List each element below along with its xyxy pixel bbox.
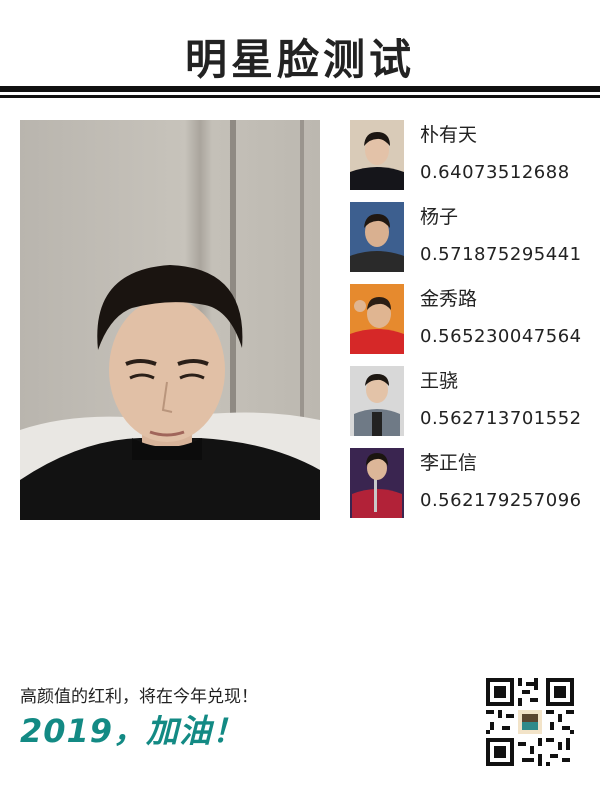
similarity-score: 0.571875295441 bbox=[420, 244, 582, 265]
match-item: 王骁 0.562713701552 bbox=[350, 366, 590, 438]
match-item: 金秀路 0.565230047564 bbox=[350, 284, 590, 356]
celebrity-name: 金秀路 bbox=[420, 288, 478, 310]
match-item: 李正信 0.562179257096 bbox=[350, 448, 590, 520]
similarity-score: 0.562713701552 bbox=[420, 408, 582, 429]
match-item: 杨子 0.571875295441 bbox=[350, 202, 590, 274]
title-divider-thick bbox=[0, 86, 600, 92]
celebrity-photo bbox=[350, 284, 404, 354]
celebrity-photo bbox=[350, 120, 404, 190]
similarity-score: 0.565230047564 bbox=[420, 326, 582, 347]
qr-code-icon[interactable] bbox=[486, 678, 574, 766]
cheer-text: 2019，加油！ bbox=[20, 712, 246, 750]
page-title: 明星脸测试 bbox=[184, 35, 415, 84]
user-photo bbox=[20, 120, 320, 520]
header: 明星脸测试 bbox=[0, 0, 600, 100]
celebrity-name: 朴有天 bbox=[420, 124, 478, 146]
match-item: 朴有天 0.64073512688 bbox=[350, 120, 590, 192]
celebrity-name: 王骁 bbox=[420, 370, 459, 392]
celebrity-photo bbox=[350, 202, 404, 272]
slogan-text: 高颜值的红利，将在今年兑现！ bbox=[20, 687, 258, 707]
title-divider-thin bbox=[0, 95, 600, 98]
celebrity-name: 杨子 bbox=[420, 206, 459, 228]
similarity-score: 0.562179257096 bbox=[420, 490, 582, 511]
celebrity-photo bbox=[350, 366, 404, 436]
celebrity-name: 李正信 bbox=[420, 452, 478, 474]
celebrity-photo bbox=[350, 448, 404, 518]
similarity-score: 0.64073512688 bbox=[420, 162, 570, 183]
